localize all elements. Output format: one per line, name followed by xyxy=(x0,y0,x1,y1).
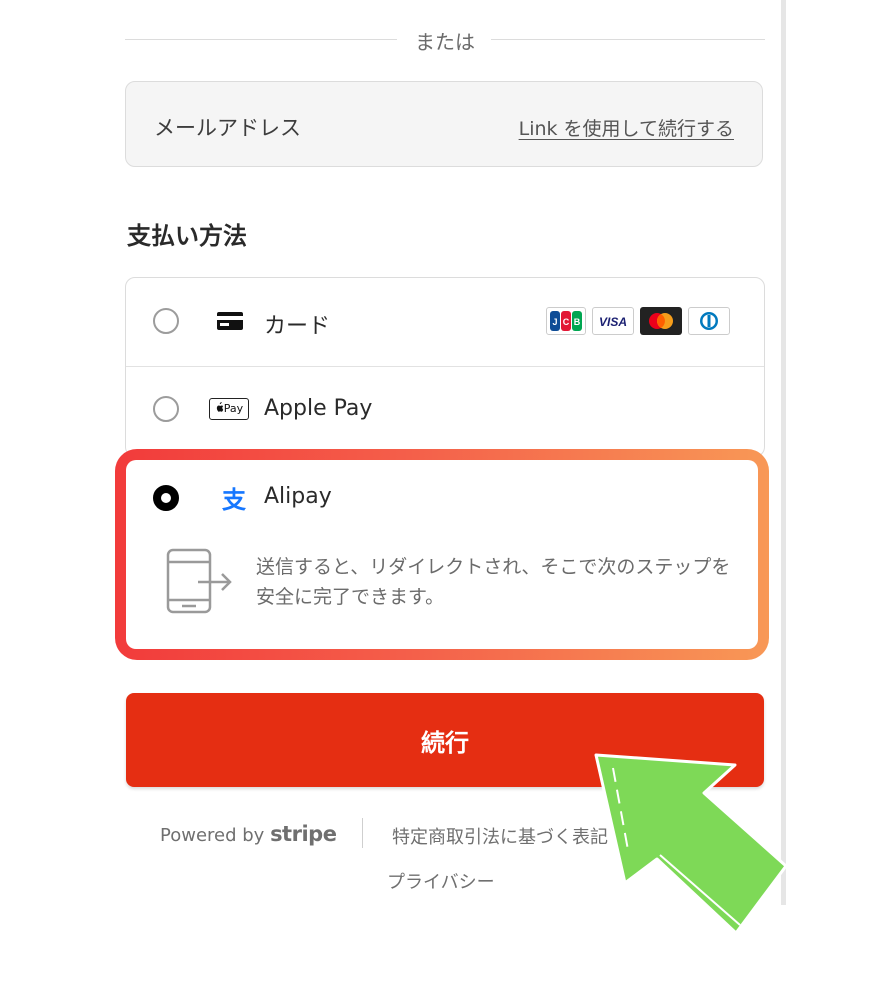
bottom-fade xyxy=(0,905,880,1000)
apple-pay-icon: Pay xyxy=(209,398,249,420)
visa-logo-icon: VISA xyxy=(592,307,634,335)
divider-line-right xyxy=(491,39,765,40)
legal-notice-link[interactable]: 特定商取引法に基づく表記 xyxy=(392,823,608,849)
svg-text:B: B xyxy=(574,317,581,327)
powered-by-stripe[interactable]: Powered by stripe xyxy=(160,822,337,846)
apple-pay-icon-text: Pay xyxy=(223,402,244,415)
payment-option-alipay[interactable]: 支 Alipay 送信すると、リダイレクトされ、そこで次のステップを安全に完了で… xyxy=(126,460,758,649)
jcb-logo-icon: J C B xyxy=(546,307,586,335)
powered-by-text: Powered by xyxy=(160,825,265,846)
panel-edge xyxy=(781,0,786,912)
svg-text:J: J xyxy=(552,317,557,327)
email-label: メールアドレス xyxy=(154,116,301,140)
apple-logo-icon xyxy=(216,402,223,412)
payment-method-title: 支払い方法 xyxy=(127,222,247,250)
footer-separator xyxy=(362,818,363,848)
email-field[interactable]: メールアドレス Link を使用して続行する xyxy=(125,81,763,167)
apple-pay-label: Apple Pay xyxy=(264,396,373,421)
card-radio[interactable] xyxy=(153,308,179,334)
divider-text: または xyxy=(415,30,475,54)
card-icon xyxy=(217,312,243,330)
card-brands: J C B VISA xyxy=(546,307,730,335)
stripe-logo-icon: stripe xyxy=(270,822,337,846)
alipay-icon: 支 xyxy=(222,486,246,514)
payment-option-card[interactable]: カード J C B VISA xyxy=(126,278,764,367)
privacy-link[interactable]: プライバシー xyxy=(387,868,495,894)
payment-option-alipay-highlight[interactable]: 支 Alipay 送信すると、リダイレクトされ、そこで次のステップを安全に完了で… xyxy=(115,449,769,660)
alipay-label: Alipay xyxy=(264,484,332,509)
svg-text:C: C xyxy=(563,317,570,327)
continue-button[interactable]: 続行 xyxy=(126,693,764,787)
link-continue-link[interactable]: Link を使用して続行する xyxy=(519,114,734,141)
diners-club-logo-icon xyxy=(688,307,730,335)
apple-pay-radio[interactable] xyxy=(153,396,179,422)
payment-method-list: カード J C B VISA Pay Apple Pay xyxy=(125,277,765,457)
mastercard-logo-icon xyxy=(640,307,682,335)
redirect-device-icon xyxy=(166,548,232,614)
alipay-radio-selected[interactable] xyxy=(153,485,179,511)
divider-line-left xyxy=(125,39,397,40)
svg-text:VISA: VISA xyxy=(599,315,627,329)
or-divider: または xyxy=(125,20,765,60)
card-label: カード xyxy=(264,314,331,339)
payment-option-apple-pay[interactable]: Pay Apple Pay xyxy=(126,366,764,454)
redirect-description: 送信すると、リダイレクトされ、そこで次のステップを安全に完了できます。 xyxy=(256,556,731,608)
